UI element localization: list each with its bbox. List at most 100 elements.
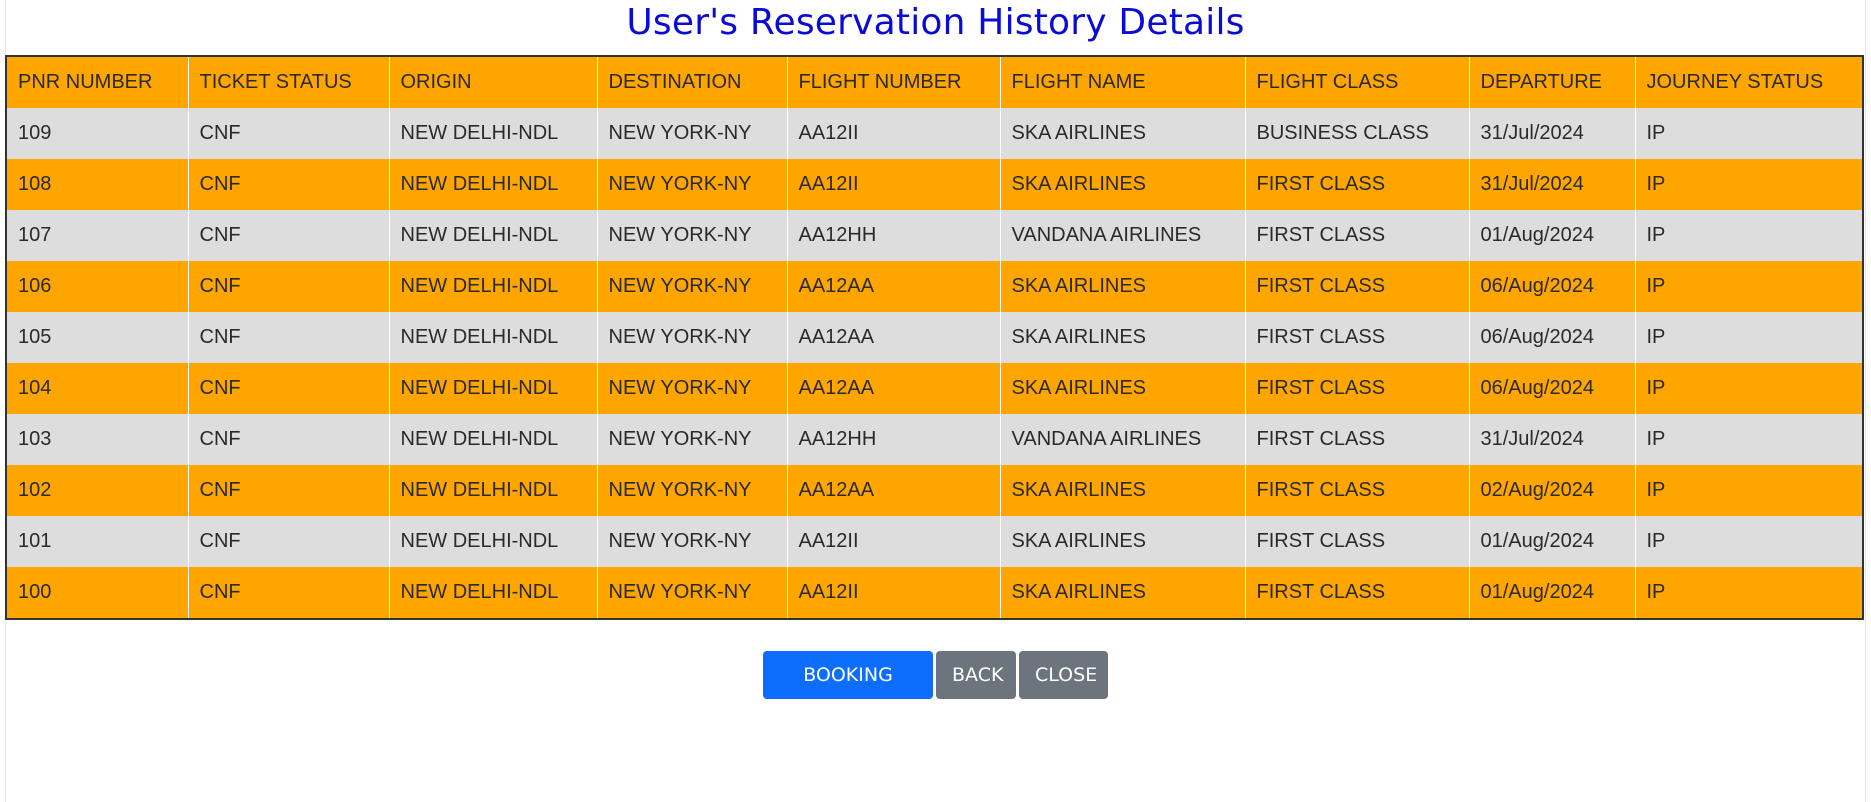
table-cell: NEW DELHI-NDL [389, 567, 598, 618]
table-cell: NEW YORK-NY [597, 363, 788, 414]
table-cell: 31/Jul/2024 [1469, 414, 1636, 465]
column-header: FLIGHT CLASS [1245, 57, 1470, 108]
table-body: 109 CNF NEW DELHI-NDL NEW YORK-NY AA12II SKA … [7, 108, 1862, 618]
table-cell: SKA AIRLINES [1000, 108, 1246, 159]
table-cell: CNF [188, 261, 390, 312]
table-cell: NEW YORK-NY [597, 312, 788, 363]
table-cell: 100 [7, 567, 189, 618]
table-cell: FIRST CLASS [1245, 465, 1470, 516]
table-cell: SKA AIRLINES [1000, 312, 1246, 363]
column-header: ORIGIN [389, 57, 598, 108]
table-cell: IP [1646, 173, 1666, 195]
table-cell: AA12HH [787, 414, 1001, 465]
column-header: DESTINATION [597, 57, 788, 108]
table-row: 105 CNF NEW DELHI-NDL NEW YORK-NY AA12AA SKA … [7, 312, 1862, 363]
table-cell: NEW YORK-NY [597, 210, 788, 261]
table-cell: FIRST CLASS [1245, 567, 1470, 618]
table-cell: VANDANA AIRLINES [1000, 210, 1246, 261]
table-cell: 06/Aug/2024 [1469, 363, 1636, 414]
table-cell: IP [1646, 479, 1666, 501]
close-button[interactable]: CLOSE [1019, 651, 1108, 699]
table-cell: CNF [188, 516, 390, 567]
table-cell: AA12II [787, 516, 1001, 567]
table-row: 108 CNF NEW DELHI-NDL NEW YORK-NY AA12II SKA … [7, 159, 1862, 210]
table-cell: 01/Aug/2024 [1469, 210, 1636, 261]
table-row: 104 CNF NEW DELHI-NDL NEW YORK-NY AA12AA SKA … [7, 363, 1862, 414]
table-cell: 105 [7, 312, 189, 363]
back-button[interactable]: BACK [936, 651, 1016, 699]
table-cell: BUSINESS CLASS [1245, 108, 1470, 159]
table-cell: CNF [188, 108, 390, 159]
table-cell: 06/Aug/2024 [1469, 312, 1636, 363]
table-header-row: PNR NUMBER TICKET STATUS ORIGIN DESTINATION… [7, 57, 1862, 108]
table-cell: IP [1646, 275, 1666, 297]
table-cell: CNF [188, 567, 390, 618]
table-row: 101 CNF NEW DELHI-NDL NEW YORK-NY AA12II SKA … [7, 516, 1862, 567]
table-cell: SKA AIRLINES [1000, 516, 1246, 567]
table-cell: 102 [7, 465, 189, 516]
table-cell: FIRST CLASS [1245, 516, 1470, 567]
table-cell: 103 [7, 414, 189, 465]
table-cell: IP [1646, 326, 1666, 348]
table-cell: AA12AA [787, 312, 1001, 363]
table-cell: SKA AIRLINES [1000, 261, 1246, 312]
table-cell: NEW DELHI-NDL [389, 210, 598, 261]
table-cell: 107 [7, 210, 189, 261]
table-cell: CNF [188, 465, 390, 516]
table-cell: NEW DELHI-NDL [389, 108, 598, 159]
table-cell: NEW YORK-NY [597, 414, 788, 465]
reservation-table-container: PNR NUMBER TICKET STATUS ORIGIN DESTINATION… [5, 55, 1864, 620]
table-cell: NEW DELHI-NDL [389, 363, 598, 414]
table-cell: AA12AA [787, 465, 1001, 516]
table-cell: NEW DELHI-NDL [389, 312, 598, 363]
table-cell: SKA AIRLINES [1000, 567, 1246, 618]
table-row: 102 CNF NEW DELHI-NDL NEW YORK-NY AA12AA SKA … [7, 465, 1862, 516]
table-cell: AA12II [787, 159, 1001, 210]
booking-history-button[interactable]: BOOKING HISTORY [763, 651, 933, 734]
table-cell: NEW YORK-NY [597, 108, 788, 159]
table-cell: AA12HH [787, 210, 1001, 261]
column-header: TICKET STATUS [188, 57, 390, 108]
table-cell: CNF [188, 159, 390, 210]
table-cell: NEW YORK-NY [597, 159, 788, 210]
table-cell: FIRST CLASS [1245, 159, 1470, 210]
table-row: 107 CNF NEW DELHI-NDL NEW YORK-NY AA12HH VAND… [7, 210, 1862, 261]
table-cell: NEW DELHI-NDL [389, 414, 598, 465]
table-cell: AA12AA [787, 261, 1001, 312]
table-cell: FIRST CLASS [1245, 261, 1470, 312]
column-header: DEPARTURE [1469, 57, 1636, 108]
table-cell: CNF [188, 414, 390, 465]
table-cell: FIRST CLASS [1245, 363, 1470, 414]
table-cell: 02/Aug/2024 [1469, 465, 1636, 516]
table-cell: CNF [188, 210, 390, 261]
table-cell: AA12AA [787, 363, 1001, 414]
table-cell: FIRST CLASS [1245, 414, 1470, 465]
table-cell: 108 [7, 159, 189, 210]
table-cell: IP [1646, 428, 1666, 450]
table-cell: SKA AIRLINES [1000, 159, 1246, 210]
table-cell: NEW DELHI-NDL [389, 159, 598, 210]
column-header: PNR NUMBER [7, 57, 189, 108]
table-cell: 01/Aug/2024 [1469, 567, 1636, 618]
table-cell: FIRST CLASS [1245, 312, 1470, 363]
table-cell: IP [1646, 377, 1666, 399]
table-cell: NEW DELHI-NDL [389, 261, 598, 312]
column-header: JOURNEY STATUS [1646, 71, 1824, 93]
table-cell: IP [1646, 224, 1666, 246]
table-cell: NEW YORK-NY [597, 516, 788, 567]
table-cell: FIRST CLASS [1245, 210, 1470, 261]
table-cell: IP [1646, 122, 1666, 144]
column-header: FLIGHT NAME [1000, 57, 1246, 108]
table-cell: 01/Aug/2024 [1469, 516, 1636, 567]
table-cell: NEW YORK-NY [597, 465, 788, 516]
table-row: 109 CNF NEW DELHI-NDL NEW YORK-NY AA12II SKA … [7, 108, 1862, 159]
table-cell: SKA AIRLINES [1000, 465, 1246, 516]
page-title: User's Reservation History Details [626, 2, 1245, 43]
table-row: 103 CNF NEW DELHI-NDL NEW YORK-NY AA12HH VAND… [7, 414, 1862, 465]
table-cell: VANDANA AIRLINES [1000, 414, 1246, 465]
column-header: FLIGHT NUMBER [787, 57, 1001, 108]
table-cell: 109 [7, 108, 189, 159]
table-cell: 31/Jul/2024 [1469, 159, 1636, 210]
table-cell: 106 [7, 261, 189, 312]
table-cell: IP [1646, 581, 1666, 603]
